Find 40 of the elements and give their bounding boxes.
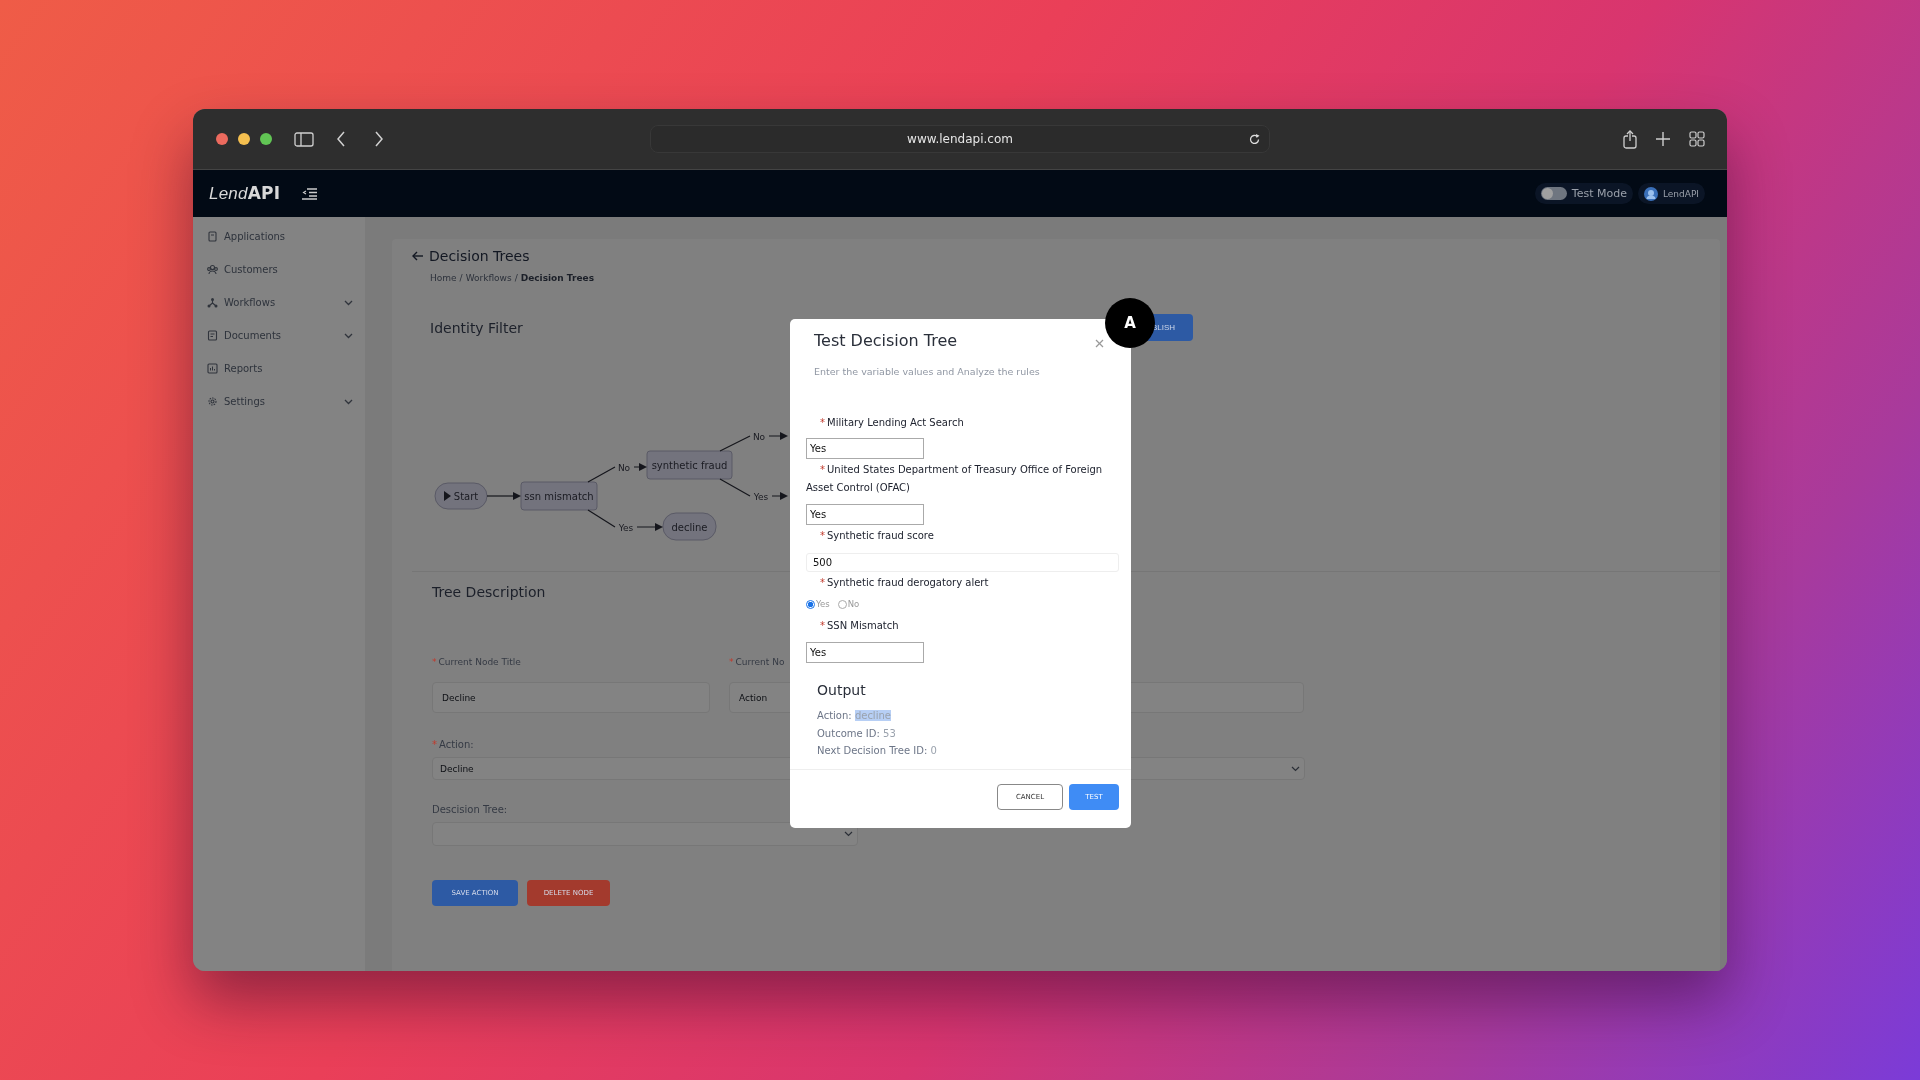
edge-label: No (617, 462, 631, 473)
account-name: LendAPI (1662, 188, 1699, 199)
edge-label: Yes (753, 491, 769, 502)
output-value: 53 (883, 727, 896, 739)
breadcrumb-current: Decision Trees (520, 272, 594, 285)
edge-label: Yes (618, 522, 634, 533)
dialog-subtitle: Enter the variable values and Analyze the rules (813, 365, 1041, 379)
dialog-title: Test Decision Tree (814, 330, 958, 352)
field-label: * Current No (729, 656, 785, 669)
breadcrumb-separator: / (514, 272, 518, 285)
breadcrumb-separator: / (459, 272, 463, 285)
url-text: www.lendapi.com (907, 132, 1013, 146)
radio-label: Yes (816, 598, 830, 611)
output-label: Next Decision Tree ID: (817, 745, 929, 756)
tree-title: Identity Filter (430, 319, 524, 336)
field-label: * United States Department of Treasury Office of Foreign Asset Control (OFAC) (806, 463, 1104, 495)
radio-label: No (847, 598, 860, 611)
page-title: Decision Trees (429, 248, 530, 264)
sidebar-label: Settings (224, 396, 266, 407)
output-value: 0 (930, 745, 937, 756)
output-value: decline (854, 710, 891, 721)
output-label: Outcome ID: (817, 727, 881, 739)
field-label: * Military Lending Act Search (819, 416, 965, 430)
logo: LendAPI (209, 183, 281, 204)
sidebar-label: Workflows (224, 297, 277, 308)
toggle-label: Test Mode (1571, 187, 1627, 200)
field-label: * Synthetic fraud score (819, 529, 935, 543)
output-label: Action: (817, 710, 853, 721)
edge-label: No (752, 431, 766, 442)
field-label: * Current Node Title (432, 656, 521, 669)
field-label: * Action: (432, 738, 474, 752)
sidebar-label: Documents (224, 330, 283, 341)
sidebar-label: Customers (224, 264, 279, 275)
sidebar-label: Applications (224, 231, 287, 242)
field-label: * Synthetic fraud derogatory alert (819, 576, 990, 590)
sidebar-label: Reports (224, 363, 264, 374)
section-title: Tree Description (432, 583, 546, 601)
output-title: Output (817, 681, 867, 700)
field-label: Descision Tree: (432, 803, 508, 817)
field-label: * SSN Mismatch (819, 619, 900, 633)
